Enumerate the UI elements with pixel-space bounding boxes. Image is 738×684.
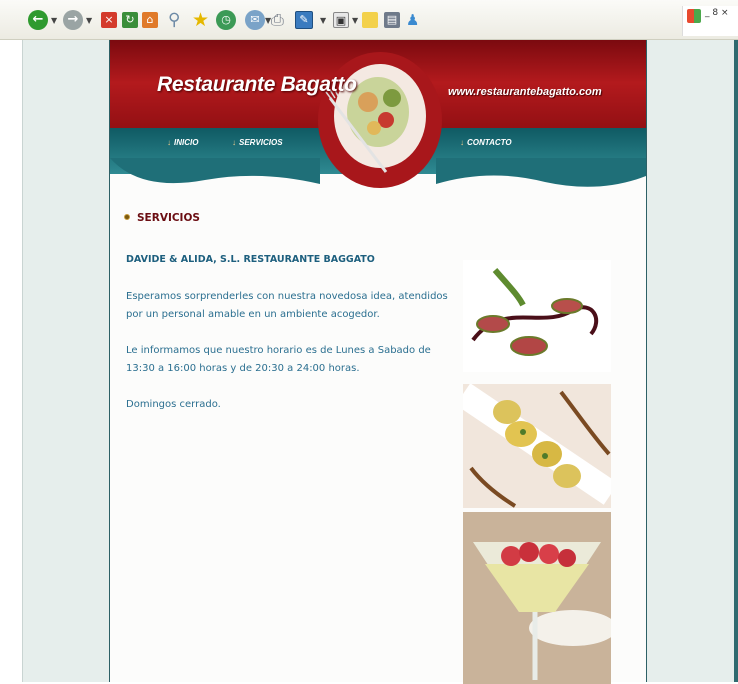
scrollbar[interactable]	[734, 40, 738, 682]
site-logo[interactable]: Restaurante Bagatto	[157, 73, 357, 97]
edit-icon[interactable]: ✎	[295, 11, 313, 29]
nav-servicios[interactable]: SERVICIOS	[232, 138, 283, 147]
window-controls-text[interactable]: _ 8 ×	[705, 8, 729, 18]
food-photo-1	[463, 260, 611, 372]
section-heading: SERVICIOS	[124, 212, 200, 224]
favorites-icon[interactable]: ★	[192, 10, 212, 30]
windows-flag-icon	[687, 9, 701, 23]
bullet-icon	[124, 214, 130, 220]
back-icon[interactable]: ←	[28, 10, 48, 30]
site-header: Restaurante Bagatto www.restaurantebagat…	[110, 40, 646, 200]
header-plate-image	[318, 52, 442, 188]
paragraph-hours: Le informamos que nuestro horario es de …	[126, 345, 431, 374]
back-dropdown-icon[interactable]: ▼	[51, 16, 57, 25]
history-icon[interactable]: ◷	[216, 10, 236, 30]
nav-contacto[interactable]: CONTACTO	[460, 138, 512, 147]
messenger-dropdown-icon[interactable]: ▼	[352, 16, 358, 25]
page-viewport: Restaurante Bagatto www.restaurantebagat…	[22, 40, 734, 684]
food-photo-3	[463, 512, 611, 684]
browser-toolbar: ← ▼ → ▼ × ↻ ⌂ ⚲ ★ ◷ ✉ ▼ ⎙ ✎ ▼ ▣ ▼ ​ ▤ ♟ …	[0, 0, 738, 40]
research-icon[interactable]: ▤	[384, 12, 400, 28]
home-icon[interactable]: ⌂	[142, 12, 158, 28]
forward-icon[interactable]: →	[63, 10, 83, 30]
notes-icon[interactable]: ​	[362, 12, 378, 28]
section-title: SERVICIOS	[137, 212, 200, 224]
search-icon[interactable]: ⚲	[168, 10, 188, 30]
web-page: Restaurante Bagatto www.restaurantebagat…	[109, 40, 647, 684]
messenger-icon[interactable]: ▣	[333, 12, 349, 28]
mail-icon[interactable]: ✉	[245, 10, 265, 30]
edit-dropdown-icon[interactable]: ▼	[320, 16, 326, 25]
windows-messenger-icon[interactable]: ♟	[406, 10, 426, 30]
paragraph-closed: Domingos cerrado.	[126, 399, 221, 410]
windows-controls: _ 8 ×	[682, 6, 738, 36]
stop-icon[interactable]: ×	[101, 12, 117, 28]
print-icon[interactable]: ⎙	[271, 10, 291, 30]
food-photo-2	[463, 384, 611, 508]
refresh-icon[interactable]: ↻	[122, 12, 138, 28]
forward-dropdown-icon[interactable]: ▼	[86, 16, 92, 25]
nav-inicio[interactable]: INICIO	[167, 138, 198, 147]
paragraph-intro: Esperamos sorprenderles con nuestra nove…	[126, 291, 448, 320]
company-name: DAVIDE & ALIDA, S.L. RESTAURANTE BAGGATO	[126, 254, 375, 265]
site-url[interactable]: www.restaurantebagatto.com	[448, 86, 602, 98]
